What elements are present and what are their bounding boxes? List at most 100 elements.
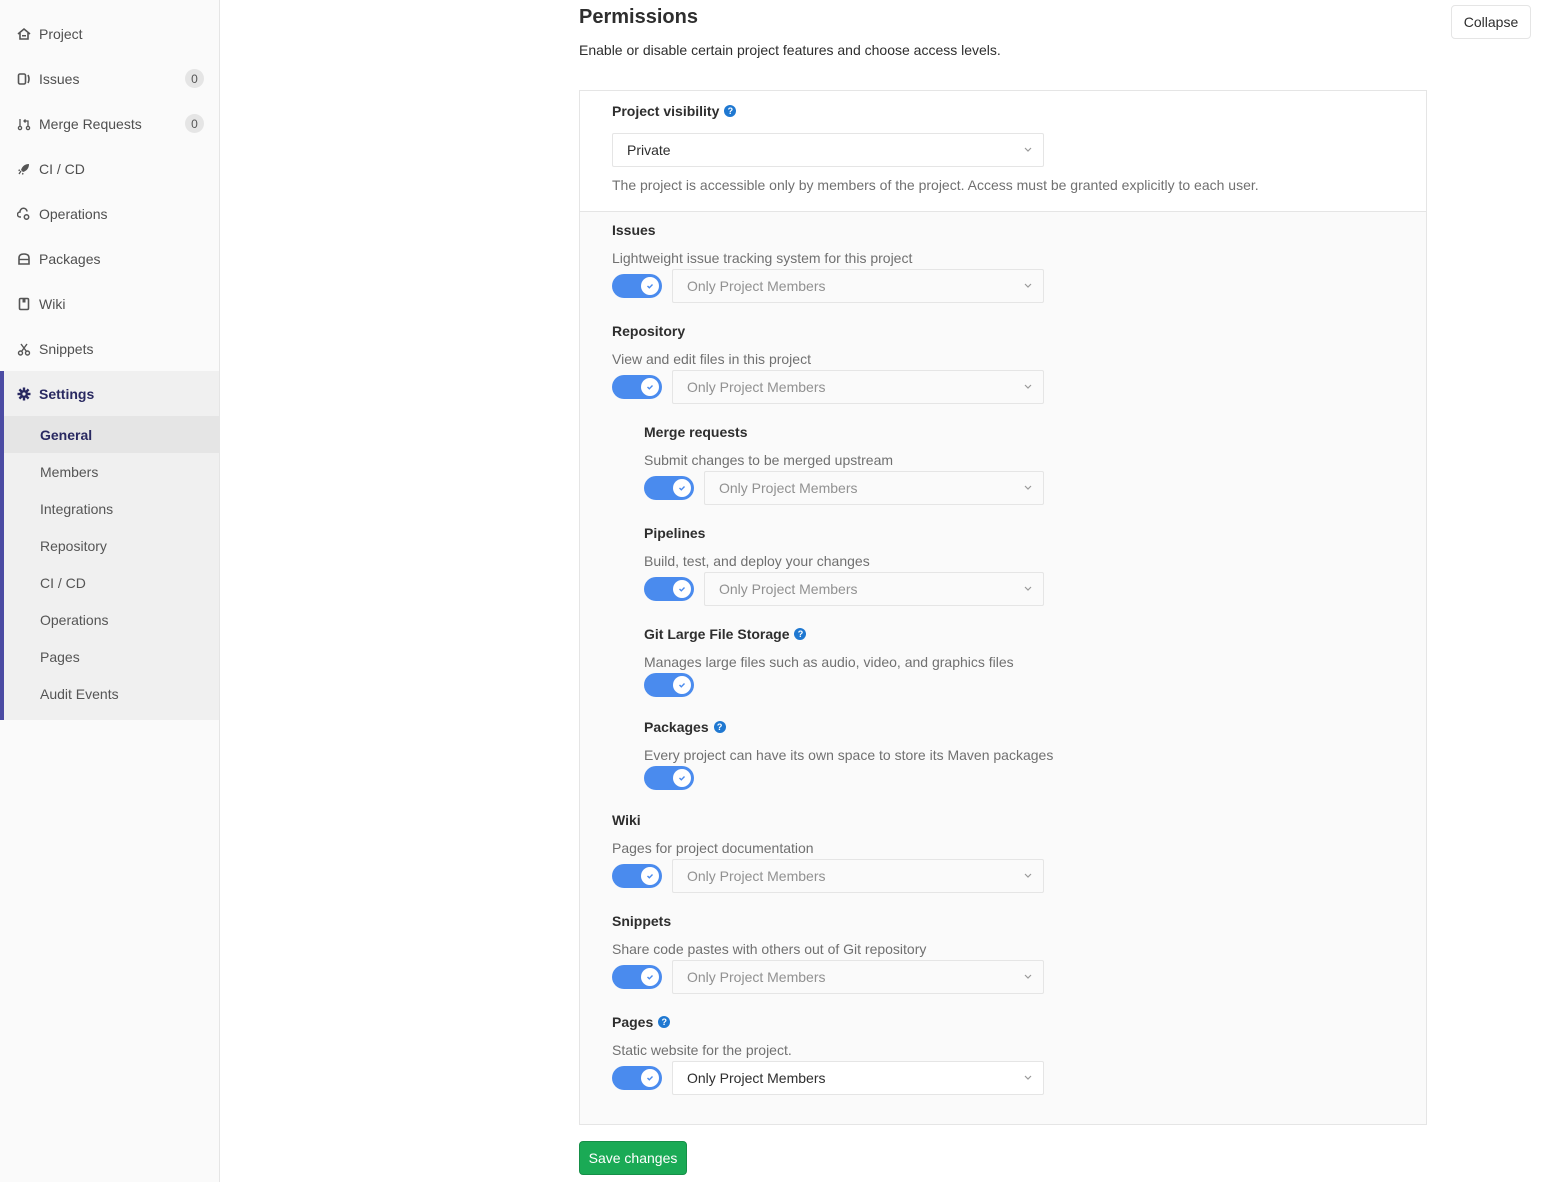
feature-controls: Only Project Members [612,960,1044,994]
collapse-button[interactable]: Collapse [1451,5,1531,39]
project-visibility-label-text: Project visibility [612,103,720,119]
sidebar-item-packages[interactable]: Packages [0,236,219,281]
save-changes-button[interactable]: Save changes [579,1141,687,1175]
chevron-down-icon [1024,283,1032,288]
feature-name: Pipelines [644,525,706,541]
access-level-value: Only Project Members [687,379,826,395]
feature-repository: Repository View and edit files in this pr… [612,323,1044,404]
feature-controls: Only Project Members [612,1061,1044,1095]
access-level-value: Only Project Members [719,480,858,496]
issues-toggle[interactable] [612,274,662,298]
access-level-value: Only Project Members [719,581,858,597]
sidebar-subitem-ci-cd[interactable]: CI / CD [4,564,219,601]
chevron-down-icon [1024,147,1032,152]
git-large-file-storage-toggle[interactable] [644,673,694,697]
chevron-down-icon [1024,384,1032,389]
home-icon [16,26,32,42]
pages-access-select[interactable]: Only Project Members [672,1061,1044,1095]
feature-packages: Packages? Every project can have its own … [644,719,1053,790]
pages-toggle[interactable] [612,1066,662,1090]
check-icon [641,1069,659,1087]
feature-label: Snippets [612,913,671,929]
sidebar-settings-section: Settings General Members Integrations Re… [0,371,219,720]
sidebar-item-label: Operations [39,205,108,222]
access-level-value: Only Project Members [687,969,826,985]
sidebar-item-label: Wiki [39,295,66,312]
project-visibility-value: Private [627,142,671,158]
sidebar-item-settings[interactable]: Settings [4,371,219,416]
sidebar-item-wiki[interactable]: Wiki [0,281,219,326]
page-title: Permissions [579,6,698,28]
check-icon [641,867,659,885]
rocket-icon [16,161,32,177]
access-level-value: Only Project Members [687,1070,826,1086]
packages-toggle[interactable] [644,766,694,790]
sidebar-subitem-general[interactable]: General [4,416,219,453]
feature-label: Git Large File Storage? [644,626,807,642]
feature-name: Issues [612,222,656,238]
chevron-down-icon [1024,873,1032,878]
scissors-icon [16,341,32,357]
feature-description: Build, test, and deploy your changes [644,553,870,569]
feature-label: Merge requests [644,424,747,440]
sidebar-subitem-audit-events[interactable]: Audit Events [4,675,219,712]
feature-label: Pipelines [644,525,705,541]
sidebar-subitem-members[interactable]: Members [4,453,219,490]
feature-label: Repository [612,323,685,339]
feature-issues: Issues Lightweight issue tracking system … [612,222,1044,303]
feature-description: View and edit files in this project [612,351,811,367]
feature-wiki: Wiki Pages for project documentation Only … [612,812,1044,893]
wiki-toggle[interactable] [612,864,662,888]
sidebar-item-project[interactable]: Project [0,11,219,56]
feature-description: Submit changes to be merged upstream [644,452,894,468]
snippets-access-select[interactable]: Only Project Members [672,960,1044,994]
sidebar-item-issues[interactable]: Issues 0 [0,56,219,101]
issues-access-select[interactable]: Only Project Members [672,269,1044,303]
wiki-access-select[interactable]: Only Project Members [672,859,1044,893]
feature-label: Issues [612,222,656,238]
sidebar-item-merge-requests[interactable]: Merge Requests 0 [0,101,219,146]
pipelines-toggle[interactable] [644,577,694,601]
sidebar-item-label: Snippets [39,340,94,357]
merge-requests-toggle[interactable] [644,476,694,500]
access-level-value: Only Project Members [687,278,826,294]
feature-controls: Only Project Members [612,370,1044,404]
sidebar-subitem-pages[interactable]: Pages [4,638,219,675]
help-icon[interactable]: ? [713,721,726,733]
sidebar-item-label: Issues [39,70,80,87]
feature-controls: Only Project Members [644,572,1044,606]
check-icon [641,378,659,396]
feature-controls [644,766,694,790]
sidebar-subitem-repository[interactable]: Repository [4,527,219,564]
pipelines-access-select[interactable]: Only Project Members [704,572,1044,606]
feature-pages: Pages? Static website for the project. Onl… [612,1014,1044,1095]
feature-description: Manages large files such as audio, video… [644,654,1014,670]
sidebar-subitem-operations[interactable]: Operations [4,601,219,638]
project-visibility-select[interactable]: Private [612,133,1044,167]
sidebar-item-ci-cd[interactable]: CI / CD [0,146,219,191]
check-icon [673,676,691,694]
sidebar-item-operations[interactable]: Operations [0,191,219,236]
package-icon [16,251,32,267]
sidebar-item-label: Packages [39,250,101,267]
feature-name: Snippets [612,913,672,929]
sidebar-item-label: Project [39,25,83,42]
sidebar-item-label: Settings [39,385,95,402]
merge-requests-access-select[interactable]: Only Project Members [704,471,1044,505]
help-icon[interactable]: ? [658,1016,671,1028]
cloud-gear-icon [16,206,32,222]
repository-toggle[interactable] [612,375,662,399]
feature-controls: Only Project Members [612,859,1044,893]
help-icon[interactable]: ? [794,628,807,640]
feature-name: Merge requests [644,424,748,440]
page-description: Enable or disable certain project featur… [579,42,1001,58]
repository-access-select[interactable]: Only Project Members [672,370,1044,404]
sidebar-item-label: Merge Requests [39,115,142,132]
sidebar-subitem-integrations[interactable]: Integrations [4,490,219,527]
feature-description: Share code pastes with others out of Git… [612,941,927,957]
snippets-toggle[interactable] [612,965,662,989]
help-icon[interactable]: ? [724,105,737,117]
gear-icon [16,386,32,402]
feature-controls [644,673,694,697]
sidebar-item-snippets[interactable]: Snippets [0,326,219,371]
